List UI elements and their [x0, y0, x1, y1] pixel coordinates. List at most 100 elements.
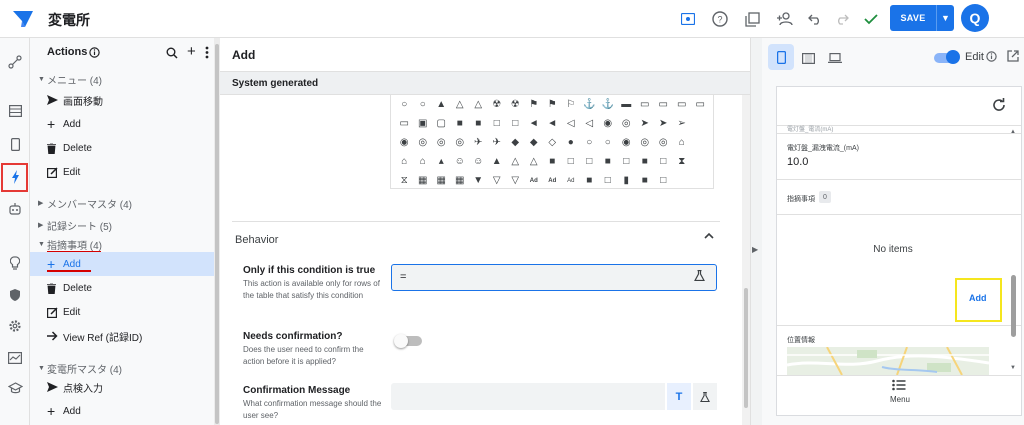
tags-outline-icon[interactable]: ◇ — [543, 133, 562, 152]
action-item-view-ref[interactable]: View Ref (記録ID) — [30, 324, 214, 348]
biohazard-icon[interactable]: ☢ — [488, 95, 507, 114]
users-alt-icon[interactable]: ○ — [599, 133, 618, 152]
id-card-outline-icon[interactable]: □ — [654, 171, 673, 190]
globe-outline-icon[interactable]: ◎ — [451, 133, 470, 152]
globe-icon[interactable]: ◎ — [432, 133, 451, 152]
shield-alt-icon[interactable]: ▽ — [506, 171, 525, 190]
binoculars-icon[interactable]: ▣ — [414, 114, 433, 133]
soccer-ball-outline-icon[interactable]: ◎ — [617, 114, 636, 133]
paper-plane-alt-icon[interactable]: ➤ — [654, 114, 673, 133]
eye-icon[interactable]: ◉ — [617, 133, 636, 152]
editor-scrollbar-thumb[interactable] — [744, 288, 748, 408]
film-icon[interactable]: ▦ — [414, 171, 433, 190]
preview-divider[interactable] — [750, 38, 762, 425]
views-phone-icon[interactable] — [3, 132, 27, 156]
action-item-add[interactable]: + Add — [30, 399, 214, 423]
action-item-navigate[interactable]: 画面移動 — [30, 88, 214, 112]
user-avatar[interactable]: Q — [961, 4, 989, 32]
action-item-add-selected[interactable]: + Add — [30, 252, 214, 276]
hourglass-outline-icon[interactable]: ⧖ — [395, 171, 414, 190]
collapse-arrow-icon[interactable]: ▶ — [752, 245, 758, 254]
binoculars-outline-icon[interactable]: ▢ — [432, 114, 451, 133]
paper-plane-outline-icon[interactable]: ➢ — [673, 114, 692, 133]
actions-search-icon[interactable] — [166, 47, 178, 59]
undo-icon[interactable] — [804, 8, 826, 30]
action-item-edit[interactable]: Edit — [30, 160, 214, 184]
users-outline-icon[interactable]: ○ — [580, 133, 599, 152]
bell-outline-icon[interactable]: △ — [451, 95, 470, 114]
lightbulb-outline-icon[interactable]: ○ — [414, 95, 433, 114]
smile-icon[interactable]: ☺ — [451, 152, 470, 171]
bell-ring-icon[interactable]: △ — [469, 95, 488, 114]
save-button[interactable]: SAVE — [890, 5, 936, 31]
text-mode-button[interactable]: T — [667, 383, 691, 410]
flask-icon[interactable] — [694, 270, 705, 281]
path-icon[interactable] — [3, 50, 27, 74]
open-external-icon[interactable] — [1007, 50, 1019, 62]
bank-outline-icon[interactable]: ⌂ — [414, 152, 433, 171]
ad-outline-icon[interactable]: Ad — [562, 171, 581, 190]
redo-icon[interactable] — [831, 8, 853, 30]
users-icon[interactable]: ● — [562, 133, 581, 152]
actions-add-icon[interactable]: + — [187, 43, 196, 60]
lifebuoy-icon[interactable]: ◉ — [395, 133, 414, 152]
briefcase-outline-icon[interactable]: □ — [488, 114, 507, 133]
help-icon[interactable]: ? — [709, 8, 731, 30]
tags-icon[interactable]: ◆ — [525, 133, 544, 152]
bullhorn-outline2-icon[interactable]: ◁ — [580, 114, 599, 133]
scroll-up-arrow-icon[interactable]: ▲ — [1010, 129, 1016, 135]
briefcase-icon[interactable]: ■ — [451, 114, 470, 133]
add-person-icon[interactable] — [773, 8, 795, 30]
film-alt-icon[interactable]: ▦ — [432, 171, 451, 190]
edit-mode-toggle-knob[interactable] — [946, 50, 960, 64]
learn-cap-icon[interactable] — [3, 376, 27, 400]
action-item-add[interactable]: + Add — [30, 112, 214, 136]
hourglass-icon[interactable]: ⧗ — [673, 152, 692, 171]
suitcase-outline-icon[interactable]: □ — [562, 152, 581, 171]
car-outline-icon[interactable]: ▭ — [636, 95, 655, 114]
info-icon[interactable] — [986, 51, 997, 62]
shield-icon[interactable]: ▼ — [469, 171, 488, 190]
action-item-inspect[interactable]: 点検入力 — [30, 375, 214, 399]
refresh-icon[interactable] — [991, 97, 1007, 113]
address-card-icon[interactable]: ▮ — [617, 171, 636, 190]
car-side-icon[interactable]: ▭ — [654, 95, 673, 114]
ad-filled-icon[interactable]: Ad — [543, 171, 562, 190]
actions-scrollbar-thumb[interactable] — [215, 44, 219, 424]
save-dropdown-icon[interactable]: ▼ — [936, 5, 954, 31]
plane-icon[interactable]: ✈ — [469, 133, 488, 152]
action-item-delete[interactable]: Delete — [30, 136, 214, 160]
bullhorn-alt-icon[interactable]: ◄ — [543, 114, 562, 133]
location-map[interactable] — [787, 347, 989, 375]
eye-outline-icon[interactable]: ◎ — [636, 133, 655, 152]
preview-add-button[interactable]: Add — [969, 293, 987, 303]
icon-picker-grid[interactable]: ○ ○ ▲ △ △ ☢ ☢ ⚑ ⚑ ⚐ ⚓ ⚓ ▬ ▭ ▭ ▭ ▭ ▭ ▣ ▢ … — [390, 95, 714, 189]
suitcase-alt-icon[interactable]: □ — [580, 152, 599, 171]
truck-alt-icon[interactable]: ■ — [636, 152, 655, 171]
menu-list-icon[interactable] — [892, 379, 906, 391]
preview-icon[interactable] — [677, 8, 699, 30]
needs-confirmation-toggle-knob[interactable] — [394, 334, 408, 348]
bullhorn-outline-icon[interactable]: ◁ — [562, 114, 581, 133]
confirmation-message-input[interactable] — [391, 383, 665, 410]
appsheet-logo-icon[interactable] — [12, 8, 34, 30]
settings-gear-icon[interactable] — [3, 314, 27, 338]
device-laptop-icon[interactable] — [824, 47, 846, 69]
truck-outline-icon[interactable]: □ — [617, 152, 636, 171]
film-outline-icon[interactable]: ▦ — [451, 171, 470, 190]
address-book-outline-icon[interactable]: □ — [599, 171, 618, 190]
flask-icon[interactable] — [693, 383, 717, 410]
shield-outline-icon[interactable]: ▽ — [488, 171, 507, 190]
data-table-icon[interactable] — [3, 99, 27, 123]
id-card-icon[interactable]: ■ — [636, 171, 655, 190]
plane-outline-icon[interactable]: ✈ — [488, 133, 507, 152]
condition-expression-input[interactable]: = — [391, 264, 717, 291]
bot-icon[interactable] — [3, 197, 27, 221]
phone-scrollbar-thumb[interactable] — [1011, 275, 1016, 337]
bell-icon[interactable]: ▲ — [432, 95, 451, 114]
monitor-icon[interactable] — [3, 346, 27, 370]
truck-icon[interactable]: ■ — [599, 152, 618, 171]
flag-alt-icon[interactable]: ⚑ — [543, 95, 562, 114]
action-item-delete[interactable]: Delete — [30, 276, 214, 300]
security-shield-icon[interactable] — [3, 283, 27, 307]
